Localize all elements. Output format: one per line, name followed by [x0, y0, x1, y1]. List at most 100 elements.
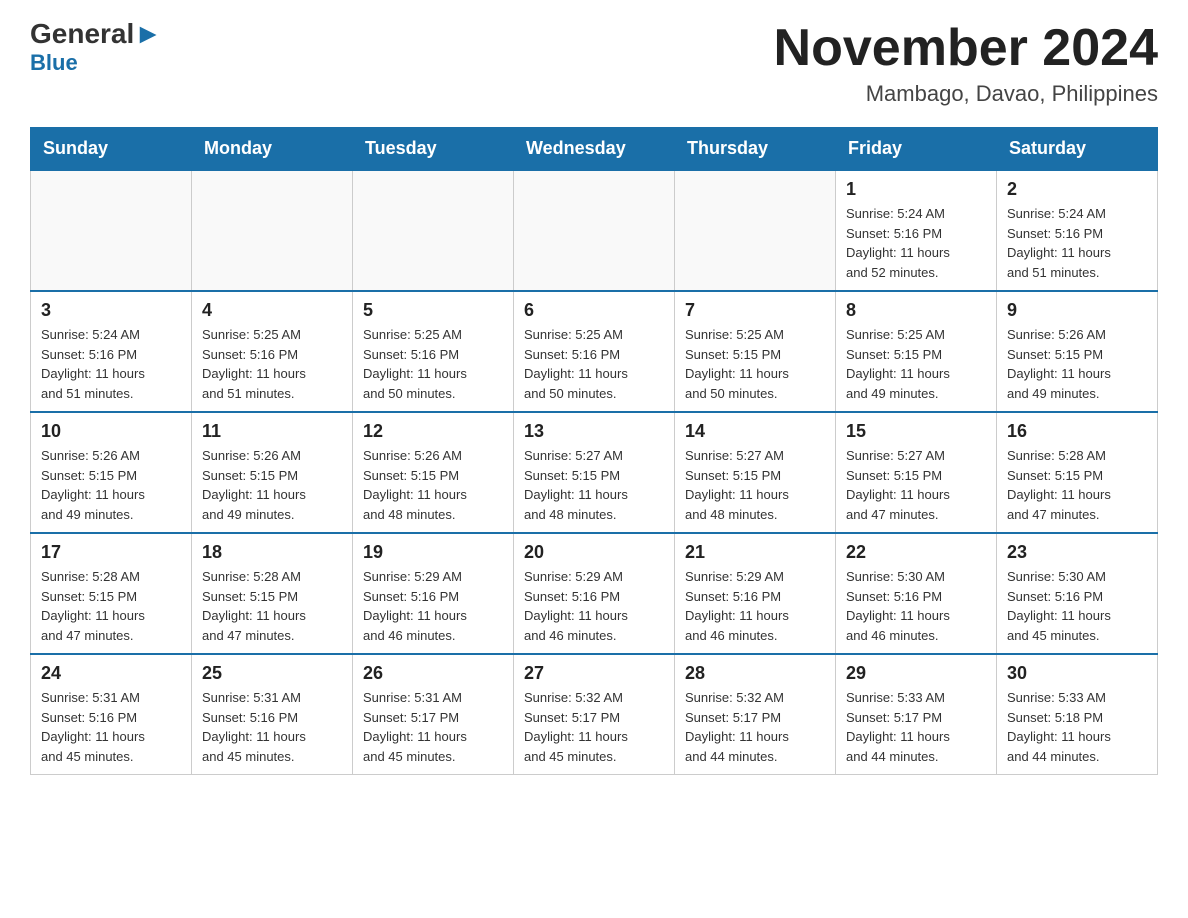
week-row-2: 10 Sunrise: 5:26 AMSunset: 5:15 PMDayligh… — [31, 412, 1158, 533]
calendar-cell-w1-d2: 5Sunrise: 5:25 AMSunset: 5:16 PMDaylight… — [353, 291, 514, 412]
calendar-cell-w2-d3: 13 Sunrise: 5:27 AMSunset: 5:15 PMDayligh… — [514, 412, 675, 533]
day-info: Sunrise: 5:29 AMSunset: 5:16 PMDaylight:… — [524, 567, 664, 645]
day-info: Sunrise: 5:26 AMSunset: 5:15 PMDaylight:… — [41, 446, 181, 524]
day-number: 25 — [202, 663, 342, 684]
calendar-cell-w0-d2 — [353, 170, 514, 291]
calendar-body: 1 Sunrise: 5:24 AMSunset: 5:16 PMDaylight… — [31, 170, 1158, 775]
header-saturday: Saturday — [997, 128, 1158, 171]
calendar-cell-w3-d5: 22Sunrise: 5:30 AMSunset: 5:16 PMDayligh… — [836, 533, 997, 654]
day-number: 18 — [202, 542, 342, 563]
calendar-title: November 2024 — [774, 20, 1158, 77]
day-info: Sunrise: 5:25 AMSunset: 5:15 PMDaylight:… — [685, 325, 825, 403]
day-number: 21 — [685, 542, 825, 563]
day-info: Sunrise: 5:30 AMSunset: 5:16 PMDaylight:… — [1007, 567, 1147, 645]
day-info: Sunrise: 5:24 AMSunset: 5:16 PMDaylight:… — [846, 204, 986, 282]
week-row-4: 24Sunrise: 5:31 AMSunset: 5:16 PMDayligh… — [31, 654, 1158, 775]
header-friday: Friday — [836, 128, 997, 171]
calendar-cell-w2-d2: 12Sunrise: 5:26 AMSunset: 5:15 PMDayligh… — [353, 412, 514, 533]
day-number: 5 — [363, 300, 503, 321]
day-info: Sunrise: 5:27 AMSunset: 5:15 PMDaylight:… — [685, 446, 825, 524]
day-number: 26 — [363, 663, 503, 684]
day-number: 27 — [524, 663, 664, 684]
calendar-cell-w4-d6: 30 Sunrise: 5:33 AMSunset: 5:18 PMDayligh… — [997, 654, 1158, 775]
week-row-3: 17 Sunrise: 5:28 AMSunset: 5:15 PMDayligh… — [31, 533, 1158, 654]
calendar-subtitle: Mambago, Davao, Philippines — [774, 81, 1158, 107]
day-number: 16 — [1007, 421, 1147, 442]
day-number: 20 — [524, 542, 664, 563]
calendar-cell-w0-d4 — [675, 170, 836, 291]
calendar-cell-w4-d2: 26Sunrise: 5:31 AMSunset: 5:17 PMDayligh… — [353, 654, 514, 775]
day-number: 1 — [846, 179, 986, 200]
page-header: General► Blue November 2024 Mambago, Dav… — [30, 20, 1158, 107]
logo-general: General► — [30, 20, 162, 48]
day-info: Sunrise: 5:31 AMSunset: 5:16 PMDaylight:… — [41, 688, 181, 766]
day-number: 8 — [846, 300, 986, 321]
calendar-cell-w4-d5: 29Sunrise: 5:33 AMSunset: 5:17 PMDayligh… — [836, 654, 997, 775]
day-info: Sunrise: 5:26 AMSunset: 5:15 PMDaylight:… — [363, 446, 503, 524]
day-info: Sunrise: 5:28 AMSunset: 5:15 PMDaylight:… — [202, 567, 342, 645]
day-info: Sunrise: 5:28 AMSunset: 5:15 PMDaylight:… — [41, 567, 181, 645]
logo: General► Blue — [30, 20, 162, 76]
calendar-cell-w2-d1: 11 Sunrise: 5:26 AMSunset: 5:15 PMDayligh… — [192, 412, 353, 533]
day-info: Sunrise: 5:31 AMSunset: 5:16 PMDaylight:… — [202, 688, 342, 766]
day-number: 3 — [41, 300, 181, 321]
calendar-cell-w3-d1: 18 Sunrise: 5:28 AMSunset: 5:15 PMDayligh… — [192, 533, 353, 654]
calendar-cell-w4-d1: 25 Sunrise: 5:31 AMSunset: 5:16 PMDayligh… — [192, 654, 353, 775]
day-info: Sunrise: 5:32 AMSunset: 5:17 PMDaylight:… — [685, 688, 825, 766]
header-tuesday: Tuesday — [353, 128, 514, 171]
calendar-cell-w0-d5: 1 Sunrise: 5:24 AMSunset: 5:16 PMDaylight… — [836, 170, 997, 291]
calendar-cell-w1-d6: 9Sunrise: 5:26 AMSunset: 5:15 PMDaylight… — [997, 291, 1158, 412]
calendar-cell-w2-d5: 15 Sunrise: 5:27 AMSunset: 5:15 PMDayligh… — [836, 412, 997, 533]
day-number: 10 — [41, 421, 181, 442]
calendar-cell-w2-d4: 14 Sunrise: 5:27 AMSunset: 5:15 PMDayligh… — [675, 412, 836, 533]
day-number: 17 — [41, 542, 181, 563]
day-info: Sunrise: 5:27 AMSunset: 5:15 PMDaylight:… — [846, 446, 986, 524]
calendar-cell-w4-d0: 24Sunrise: 5:31 AMSunset: 5:16 PMDayligh… — [31, 654, 192, 775]
calendar-cell-w1-d0: 3Sunrise: 5:24 AMSunset: 5:16 PMDaylight… — [31, 291, 192, 412]
day-number: 6 — [524, 300, 664, 321]
day-info: Sunrise: 5:29 AMSunset: 5:16 PMDaylight:… — [363, 567, 503, 645]
day-number: 22 — [846, 542, 986, 563]
title-block: November 2024 Mambago, Davao, Philippine… — [774, 20, 1158, 107]
calendar-cell-w1-d4: 7 Sunrise: 5:25 AMSunset: 5:15 PMDaylight… — [675, 291, 836, 412]
calendar-cell-w3-d0: 17 Sunrise: 5:28 AMSunset: 5:15 PMDayligh… — [31, 533, 192, 654]
day-info: Sunrise: 5:32 AMSunset: 5:17 PMDaylight:… — [524, 688, 664, 766]
day-info: Sunrise: 5:27 AMSunset: 5:15 PMDaylight:… — [524, 446, 664, 524]
day-number: 7 — [685, 300, 825, 321]
day-header-row: SundayMondayTuesdayWednesdayThursdayFrid… — [31, 128, 1158, 171]
header-thursday: Thursday — [675, 128, 836, 171]
day-number: 13 — [524, 421, 664, 442]
calendar-cell-w1-d3: 6 Sunrise: 5:25 AMSunset: 5:16 PMDaylight… — [514, 291, 675, 412]
calendar-cell-w3-d2: 19Sunrise: 5:29 AMSunset: 5:16 PMDayligh… — [353, 533, 514, 654]
calendar-cell-w2-d6: 16 Sunrise: 5:28 AMSunset: 5:15 PMDayligh… — [997, 412, 1158, 533]
day-info: Sunrise: 5:25 AMSunset: 5:16 PMDaylight:… — [524, 325, 664, 403]
day-number: 15 — [846, 421, 986, 442]
day-info: Sunrise: 5:28 AMSunset: 5:15 PMDaylight:… — [1007, 446, 1147, 524]
day-number: 23 — [1007, 542, 1147, 563]
day-info: Sunrise: 5:29 AMSunset: 5:16 PMDaylight:… — [685, 567, 825, 645]
day-info: Sunrise: 5:33 AMSunset: 5:18 PMDaylight:… — [1007, 688, 1147, 766]
day-info: Sunrise: 5:26 AMSunset: 5:15 PMDaylight:… — [202, 446, 342, 524]
header-wednesday: Wednesday — [514, 128, 675, 171]
calendar-cell-w1-d1: 4 Sunrise: 5:25 AMSunset: 5:16 PMDaylight… — [192, 291, 353, 412]
calendar-cell-w4-d4: 28Sunrise: 5:32 AMSunset: 5:17 PMDayligh… — [675, 654, 836, 775]
logo-blue-text: Blue — [30, 50, 78, 76]
calendar-cell-w3-d4: 21 Sunrise: 5:29 AMSunset: 5:16 PMDayligh… — [675, 533, 836, 654]
day-number: 4 — [202, 300, 342, 321]
calendar-cell-w1-d5: 8 Sunrise: 5:25 AMSunset: 5:15 PMDaylight… — [836, 291, 997, 412]
logo-triangle-icon: ► — [134, 18, 162, 49]
day-info: Sunrise: 5:33 AMSunset: 5:17 PMDaylight:… — [846, 688, 986, 766]
day-info: Sunrise: 5:25 AMSunset: 5:15 PMDaylight:… — [846, 325, 986, 403]
calendar-cell-w3-d6: 23 Sunrise: 5:30 AMSunset: 5:16 PMDayligh… — [997, 533, 1158, 654]
calendar-cell-w0-d6: 2Sunrise: 5:24 AMSunset: 5:16 PMDaylight… — [997, 170, 1158, 291]
day-number: 11 — [202, 421, 342, 442]
header-sunday: Sunday — [31, 128, 192, 171]
day-info: Sunrise: 5:24 AMSunset: 5:16 PMDaylight:… — [1007, 204, 1147, 282]
day-number: 30 — [1007, 663, 1147, 684]
calendar-cell-w3-d3: 20 Sunrise: 5:29 AMSunset: 5:16 PMDayligh… — [514, 533, 675, 654]
day-info: Sunrise: 5:25 AMSunset: 5:16 PMDaylight:… — [202, 325, 342, 403]
day-number: 14 — [685, 421, 825, 442]
day-number: 9 — [1007, 300, 1147, 321]
calendar-cell-w4-d3: 27 Sunrise: 5:32 AMSunset: 5:17 PMDayligh… — [514, 654, 675, 775]
logo-blue: Blue — [30, 50, 78, 76]
